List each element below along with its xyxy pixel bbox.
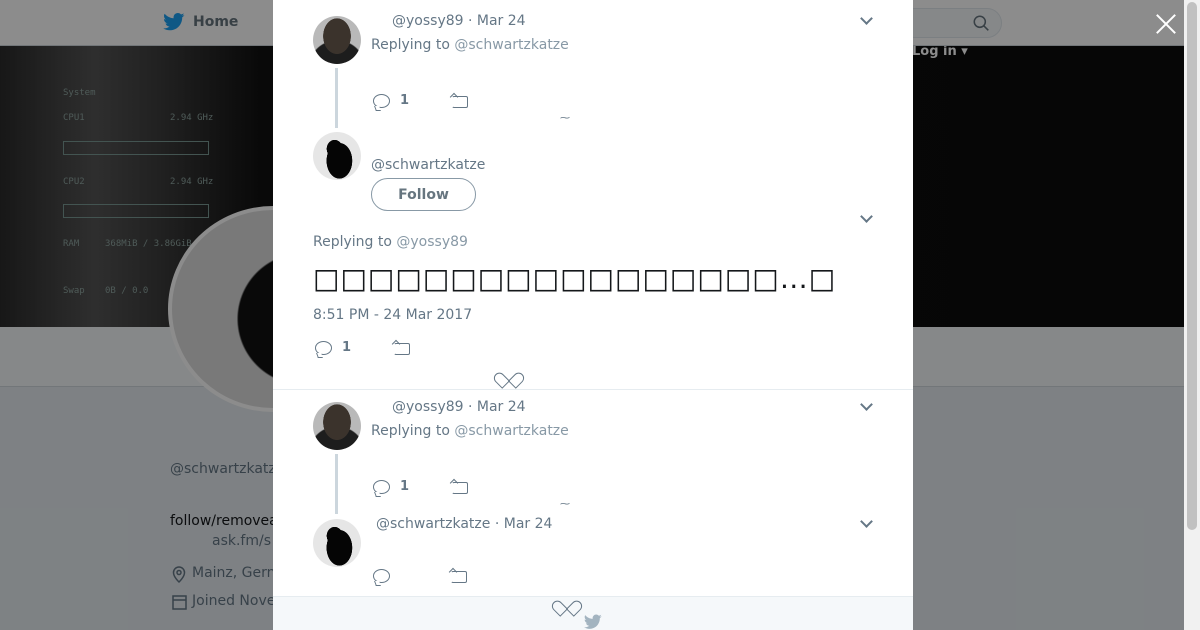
replying-to: Replying to @schwartzkatze — [371, 423, 569, 439]
main-tweet-timestamp[interactable]: 8:51 PM - 24 Mar 2017 — [313, 307, 472, 323]
replying-to-link[interactable]: @schwartzkatze — [454, 423, 568, 439]
avatar-yossy89[interactable] — [313, 16, 361, 64]
main-tweet-handle[interactable]: @schwartzkatze — [371, 157, 485, 173]
thread-line — [335, 454, 338, 514]
retweet-action[interactable] — [451, 94, 469, 108]
tweet-handle[interactable]: @schwartzkatze — [376, 516, 490, 532]
heart-icon[interactable]: ⁓ — [560, 499, 570, 510]
twitter-bird-icon — [584, 614, 602, 629]
replying-to-link[interactable]: @yossy89 — [396, 234, 468, 250]
reply-action[interactable] — [373, 569, 390, 583]
like-heart-icon[interactable] — [501, 366, 517, 381]
main-tweet-actions: 1 — [315, 340, 411, 355]
retweet-action[interactable] — [393, 341, 411, 355]
main-tweet-text: □□□□□□□□□□□□□□□□□…□ — [313, 262, 837, 295]
chevron-down-icon[interactable] — [860, 14, 874, 28]
tweet-handle[interactable]: @yossy89 — [392, 13, 464, 29]
replying-to: Replying to @yossy89 — [313, 234, 468, 250]
close-icon[interactable] — [1154, 12, 1178, 36]
avatar-schwartzkatze[interactable] — [313, 519, 361, 567]
tweet-date[interactable]: · Mar 24 — [468, 399, 526, 415]
tweet-date[interactable]: · Mar 24 — [468, 13, 526, 29]
replying-to-prefix: Replying to — [313, 234, 392, 250]
tweet-handle[interactable]: @yossy89 — [392, 399, 464, 415]
reply-action[interactable]: 1 — [315, 340, 351, 355]
reply-icon — [315, 340, 332, 355]
reply-count: 1 — [342, 340, 352, 355]
avatar-yossy89[interactable] — [313, 402, 361, 450]
tweet-actions — [373, 569, 468, 583]
tweet-header: @yossy89 · Mar 24 — [392, 399, 526, 415]
tweet-date[interactable]: · Mar 24 — [495, 516, 553, 532]
retweet-action[interactable] — [450, 569, 468, 583]
reply-icon — [373, 479, 390, 494]
avatar-schwartzkatze[interactable] — [313, 132, 361, 180]
retweet-icon — [393, 341, 411, 355]
divider — [273, 389, 913, 390]
replying-to-link[interactable]: @schwartzkatze — [454, 37, 568, 53]
replying-to-prefix: Replying to — [371, 37, 450, 53]
replying-to: Replying to @schwartzkatze — [371, 37, 569, 53]
chevron-down-icon[interactable] — [860, 400, 874, 414]
tweet-header: @schwartzkatze · Mar 24 — [376, 516, 552, 532]
tweet-actions: 1 — [373, 93, 469, 108]
reply-count: 1 — [400, 479, 410, 494]
thread-line — [335, 68, 338, 128]
retweet-icon — [450, 569, 468, 583]
reply-icon — [373, 93, 390, 108]
reply-action[interactable]: 1 — [373, 93, 409, 108]
chevron-down-icon[interactable] — [860, 517, 874, 531]
tweet-actions: 1 — [373, 479, 469, 494]
heart-icon[interactable]: ⁓ — [560, 113, 570, 124]
retweet-icon — [451, 480, 469, 494]
retweet-icon — [451, 94, 469, 108]
replying-to-prefix: Replying to — [371, 423, 450, 439]
like-heart-icon[interactable] — [559, 594, 575, 609]
reply-action[interactable]: 1 — [373, 479, 409, 494]
reply-icon — [373, 569, 390, 583]
page-scrollbar[interactable] — [1184, 0, 1200, 630]
tweet-header: @yossy89 · Mar 24 — [392, 13, 526, 29]
retweet-action[interactable] — [451, 480, 469, 494]
tweet-conversation-modal: @yossy89 · Mar 24 Replying to @schwartzk… — [273, 0, 913, 630]
follow-button[interactable]: Follow — [371, 178, 476, 211]
scrollbar-thumb[interactable] — [1187, 2, 1197, 530]
chevron-down-icon[interactable] — [860, 212, 874, 226]
reply-count: 1 — [400, 93, 410, 108]
